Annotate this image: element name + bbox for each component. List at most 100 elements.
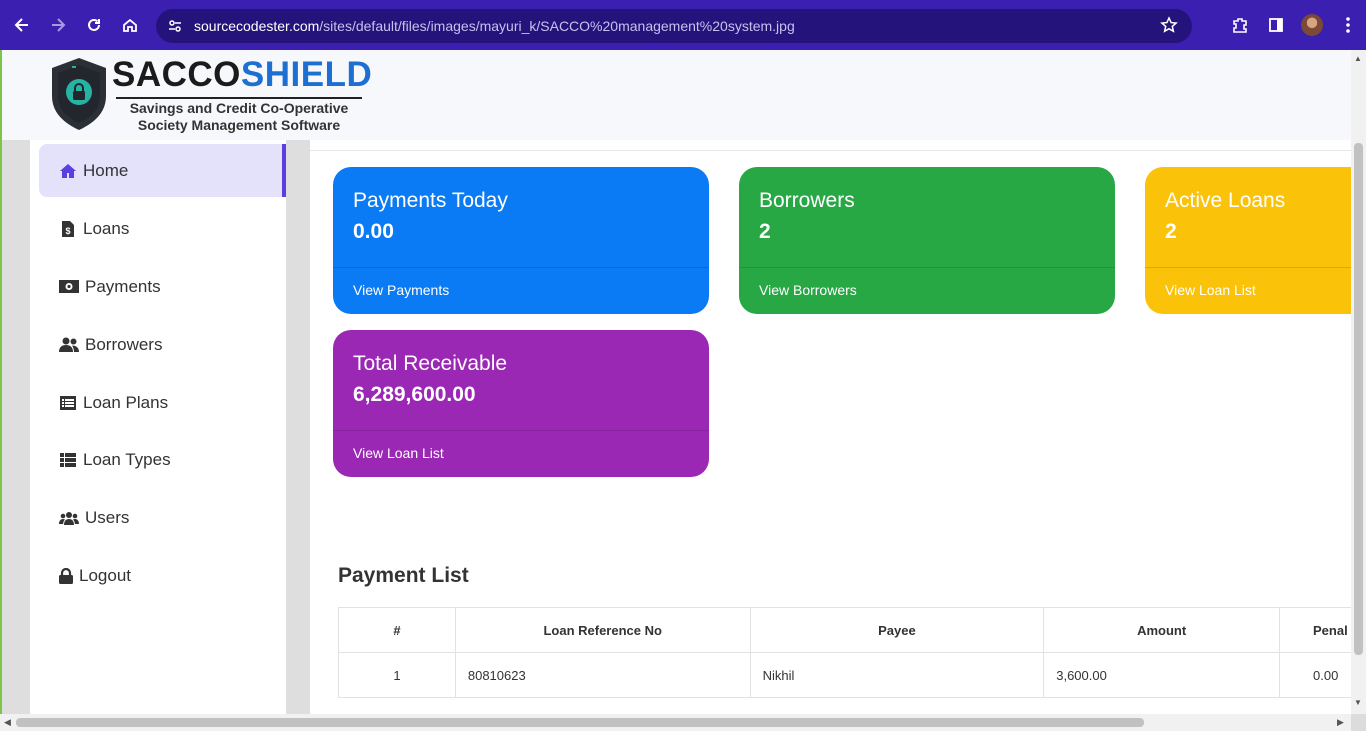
column-header[interactable]: # [338,607,456,653]
horizontal-scroll-thumb[interactable] [16,718,1144,727]
card-title: Borrowers [759,189,855,212]
brand-title: SACCOSHIELD [112,54,372,96]
url-path: /sites/default/files/images/mayuri_k/SAC… [319,18,795,34]
avatar [1301,14,1323,36]
left-gutter [2,140,30,714]
scrollbar-corner [1351,714,1366,731]
view-loan-list-link[interactable]: View Loan List [1165,282,1256,298]
sidebar-item-label: Logout [79,565,131,585]
card-borrowers: Borrowers 2 View Borrowers [739,167,1115,314]
horizontal-scrollbar[interactable]: ◀ ▶ [0,714,1351,731]
sidebar-item-loans[interactable]: $ Loans [39,202,286,255]
card-divider [333,267,709,268]
back-icon[interactable] [4,7,40,43]
card-title: Payments Today [353,189,508,212]
column-header[interactable]: Loan Reference No [454,607,751,653]
brand-subtitle-line-1: Savings and Credit Co-Operative [129,100,349,116]
table-cell: 80810623 [454,652,751,698]
card-active-loans: Active Loans 2 View Loan List [1145,167,1351,314]
logo[interactable]: SACCOSHIELD Savings and Credit Co-Operat… [50,54,372,138]
middle-gutter [286,140,310,714]
vertical-scroll-thumb[interactable] [1354,143,1363,655]
sidebar-item-label: Users [85,507,130,527]
card-value: 6,289,600.00 [353,383,476,406]
home-icon [59,163,77,179]
address-bar[interactable]: sourcecodester.com/sites/default/files/i… [156,9,1192,43]
scroll-up-icon[interactable]: ▲ [1354,54,1362,63]
sidebar-item-loan-types[interactable]: Loan Types [39,433,286,486]
sidebar-item-logout[interactable]: Logout [39,549,286,602]
profile-avatar[interactable] [1294,7,1330,43]
sidebar-item-label: Loan Types [83,449,171,469]
money-bill-icon [59,279,79,295]
main-content: Payments Today 0.00 View Payments Borrow… [310,140,1351,714]
column-header[interactable]: Payee [749,607,1045,653]
card-divider [1145,267,1351,268]
table-header-row: # Loan Reference No Payee Amount Penal [338,607,1351,653]
extensions-icon[interactable] [1222,7,1258,43]
card-divider [333,430,709,431]
view-borrowers-link[interactable]: View Borrowers [759,282,857,298]
kebab-menu-icon[interactable] [1330,7,1366,43]
card-total-receivable: Total Receivable 6,289,600.00 View Loan … [333,330,709,477]
sidebar-item-label: Home [83,160,129,180]
sidebar-item-payments[interactable]: Payments [39,260,286,313]
brand-subtitle: Savings and Credit Co-Operative Society … [116,100,362,134]
th-list-icon [59,452,77,468]
card-title: Total Receivable [353,352,508,375]
brand-subtitle-line-2: Society Management Software [137,117,341,133]
card-value: 0.00 [353,220,394,243]
bookmark-star-icon[interactable] [1160,16,1178,39]
sidebar-item-borrowers[interactable]: Borrowers [39,318,286,371]
scroll-left-icon[interactable]: ◀ [4,717,11,728]
side-panel-icon[interactable] [1258,7,1294,43]
table-cell: 1 [338,652,456,698]
file-invoice-dollar-icon: $ [59,220,77,237]
card-value: 2 [759,220,771,243]
table-row[interactable]: 1 80810623 Nikhil 3,600.00 0.00 [338,652,1351,698]
sidebar-item-loan-plans[interactable]: Loan Plans [39,376,286,429]
forward-icon[interactable] [40,7,76,43]
sidebar-item-label: Loans [83,218,130,238]
home-browser-icon[interactable] [112,7,148,43]
browser-toolbar: sourcecodester.com/sites/default/files/i… [0,0,1366,50]
sidebar-item-label: Borrowers [85,334,163,354]
brand-title-part-1: SACCO [112,55,241,94]
url-host: sourcecodester.com [194,18,320,34]
sidebar-item-users[interactable]: Users [39,491,286,544]
content-divider [310,150,1351,151]
brand-title-part-2: SHIELD [240,55,373,94]
app-header: SACCOSHIELD Savings and Credit Co-Operat… [2,50,1351,140]
sidebar-item-label: Loan Plans [83,392,169,412]
svg-text:$: $ [65,226,70,236]
list-alt-icon [59,395,77,411]
user-friends-icon [59,337,79,353]
vertical-scrollbar[interactable]: ▲ ▼ [1351,50,1366,714]
payment-table: # Loan Reference No Payee Amount Penal 1… [338,607,1351,698]
sidebar-item-label: Payments [85,276,161,296]
reload-icon[interactable] [76,7,112,43]
view-loan-list-link[interactable]: View Loan List [353,445,444,461]
column-header[interactable]: Penal [1279,607,1351,653]
table-cell: Nikhil [749,652,1045,698]
scroll-right-icon[interactable]: ▶ [1337,717,1344,728]
scroll-down-icon[interactable]: ▼ [1354,698,1362,707]
table-cell: 0.00 [1279,652,1351,698]
shield-lock-icon [52,58,106,130]
view-payments-link[interactable]: View Payments [353,282,449,298]
table-cell: 3,600.00 [1043,652,1280,698]
lock-icon [59,567,73,584]
page: SACCOSHIELD Savings and Credit Co-Operat… [0,50,1351,714]
payment-list-title: Payment List [338,564,469,587]
url-text[interactable]: sourcecodester.com/sites/default/files/i… [194,18,795,34]
card-divider [739,267,1115,268]
card-title: Active Loans [1165,189,1286,212]
sidebar: Home $ Loans Payments Borrowers Loan Pla… [30,140,286,714]
site-info-icon[interactable] [166,17,184,35]
card-value: 2 [1165,220,1177,243]
card-payments-today: Payments Today 0.00 View Payments [333,167,709,314]
column-header[interactable]: Amount [1043,607,1280,653]
users-icon [59,510,79,526]
logo-divider [116,97,362,99]
sidebar-item-home[interactable]: Home [39,144,286,197]
